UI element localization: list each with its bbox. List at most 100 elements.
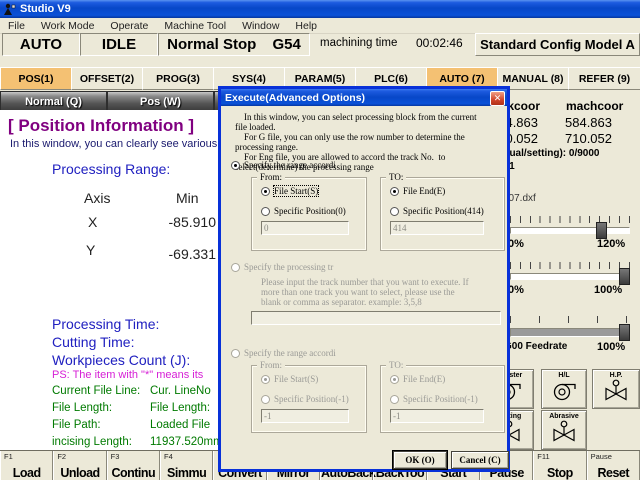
dialog-title: Execute(Advanced Options) <box>225 91 366 104</box>
radio-specific-position2-row[interactable]: Specific Position(-1) <box>390 394 478 404</box>
fkey-label: Pause <box>590 452 612 461</box>
simulate-button[interactable]: F4 Simmu <box>159 451 214 480</box>
radio-button[interactable] <box>390 206 399 216</box>
g00-feedrate-slider[interactable] <box>510 328 630 337</box>
g00-feedrate-thumb[interactable] <box>619 324 630 341</box>
file-row-label: File Path: <box>52 419 101 431</box>
radio-label: File End(E) <box>403 186 446 196</box>
feed-override-max: 120% <box>597 238 626 250</box>
to2-group-title: TO: <box>386 360 407 370</box>
hp-button[interactable]: H.P. <box>592 369 640 409</box>
load-button[interactable]: F1 Load <box>0 451 54 480</box>
spindle-override-slider[interactable] <box>510 273 630 280</box>
tab-offset[interactable]: OFFSET(2) <box>71 67 143 90</box>
close-icon[interactable]: ✕ <box>490 91 505 106</box>
menu-operate[interactable]: Operate <box>102 20 156 32</box>
config-model-button[interactable]: Standard Config Model A <box>475 33 640 56</box>
processing-range-label: Processing Range: <box>52 161 171 177</box>
radio-label: Specify the range accordi <box>244 160 336 170</box>
tab-prog[interactable]: PROG(3) <box>142 67 214 90</box>
from2-group-title: From: <box>257 360 286 370</box>
execute-advanced-options-dialog: Execute(Advanced Options) ✕ In this wind… <box>218 86 510 472</box>
fkey-label: F2 <box>57 452 67 461</box>
radio-button[interactable] <box>231 262 240 272</box>
radio-label: Specific Position(0) <box>274 206 346 216</box>
app-window: Studio V9 File Work Mode Operate Machine… <box>0 0 640 480</box>
to-position-input[interactable] <box>390 221 484 235</box>
status-stop-cell: Normal Stop G54 <box>158 33 310 56</box>
subtab-pos[interactable]: Pos (W) <box>107 91 214 112</box>
file-row-label: incising Length: <box>52 436 132 448</box>
menu-window[interactable]: Window <box>234 20 287 32</box>
cancel-button[interactable]: Cancel (C) <box>451 451 509 469</box>
subtab-normal[interactable]: Normal (Q) <box>0 91 107 112</box>
radio-label: File Start(S) <box>274 374 319 384</box>
radio-button[interactable] <box>390 374 399 384</box>
radio-button[interactable] <box>261 206 270 216</box>
tab-refer[interactable]: REFER (9) <box>568 67 640 90</box>
menu-machine-tool[interactable]: Machine Tool <box>156 20 234 32</box>
menu-help[interactable]: Help <box>287 20 325 32</box>
reset-button[interactable]: Pause Reset <box>586 451 640 480</box>
radio-button[interactable] <box>390 394 399 404</box>
menu-work-mode[interactable]: Work Mode <box>33 20 103 32</box>
cutting-time-label: Cutting Time: <box>52 334 135 350</box>
range-col-min: Min <box>176 190 199 206</box>
machining-time-label: machining time <box>320 37 398 49</box>
menu-file[interactable]: File <box>0 20 33 32</box>
ok-button[interactable]: OK (O) <box>393 451 447 469</box>
hl-button[interactable]: H/L <box>541 369 587 409</box>
continue-button[interactable]: F3 Continu <box>106 451 160 480</box>
valve-icon <box>605 379 627 401</box>
radio-specify-range-row[interactable]: Specify the range accordi <box>231 160 336 170</box>
fkey-label: F11 <box>537 452 550 461</box>
status-stop-mode: Normal Stop <box>167 36 257 53</box>
menu-bar: File Work Mode Operate Machine Tool Wind… <box>0 18 640 34</box>
track-number-input[interactable] <box>251 311 501 325</box>
position-info-description: In this window, you can clearly see vari… <box>10 138 218 150</box>
file-row-label: File Length: <box>52 402 113 414</box>
blower-icon <box>553 383 576 401</box>
from-position-input[interactable] <box>261 221 349 235</box>
radio-label: Specify the range accordi <box>244 348 336 358</box>
radio-button[interactable] <box>261 394 270 404</box>
radio-specify-track-row[interactable]: Specify the processing tr <box>231 262 333 272</box>
machcoor-x: 584.863 <box>565 115 612 130</box>
radio-specific-position-row[interactable]: Specific Position(0) <box>261 206 346 216</box>
hl-label: H/L <box>558 372 570 379</box>
radio-file-start2-row[interactable]: File Start(S) <box>261 374 318 384</box>
range-col-axis: Axis <box>84 190 111 206</box>
radio-file-end-row[interactable]: File End(E) <box>390 186 445 196</box>
radio-button[interactable] <box>261 374 270 384</box>
feed-override-thumb[interactable] <box>596 222 607 239</box>
machcoor-y: 710.052 <box>565 131 612 146</box>
button-label: Simmu <box>167 466 207 480</box>
track-help-text: Please input the track number that you w… <box>261 277 469 307</box>
radio-button[interactable] <box>231 160 240 170</box>
abrasive-button[interactable]: Abrasive <box>541 410 587 450</box>
ps-note: PS: The item with "*" means its <box>52 369 204 381</box>
radio-file-end2-row[interactable]: File End(E) <box>390 374 445 384</box>
app-icon <box>4 3 16 15</box>
radio-button[interactable] <box>390 186 399 196</box>
window-title: Studio V9 <box>20 3 71 15</box>
feed-override-slider[interactable] <box>510 227 630 234</box>
g00-feedrate-ticks <box>510 316 630 323</box>
button-label: Stop <box>547 466 573 480</box>
radio-file-start-row[interactable]: File Start(S) <box>261 185 320 197</box>
stop-button[interactable]: F11 Stop <box>533 451 587 480</box>
fkey-label: F3 <box>110 452 120 461</box>
to2-position-input[interactable] <box>390 409 484 423</box>
dialog-title-bar[interactable]: Execute(Advanced Options) <box>221 89 507 106</box>
from2-position-input[interactable] <box>261 409 349 423</box>
radio-label: File Start(S) <box>272 185 320 197</box>
tab-pos[interactable]: POS(1) <box>0 67 72 90</box>
radio-button[interactable] <box>231 348 240 358</box>
radio-specific-position-row[interactable]: Specific Position(414) <box>390 206 484 216</box>
radio-specify-range2-row[interactable]: Specify the range accordi <box>231 348 336 358</box>
unload-button[interactable]: F2 Unload <box>53 451 107 480</box>
spindle-override-thumb[interactable] <box>619 268 630 285</box>
radio-specific-position2-row[interactable]: Specific Position(-1) <box>261 394 349 404</box>
radio-button[interactable] <box>261 186 270 196</box>
file-row-value: Cur. LineNo <box>150 385 211 397</box>
